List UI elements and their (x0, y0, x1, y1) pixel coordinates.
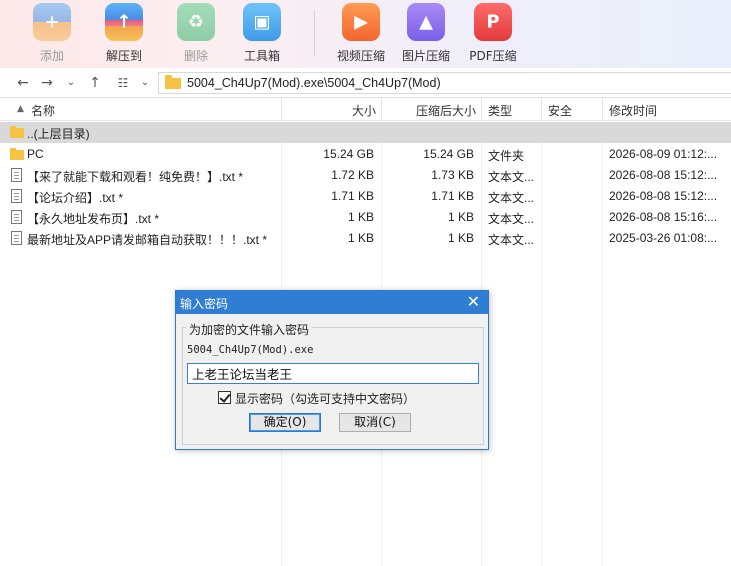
row-size: 1.72 KB (331, 168, 374, 182)
image-compress-label: 图片压缩 (401, 49, 450, 63)
text-file-icon (11, 210, 22, 224)
delete-label: 删除 (183, 49, 208, 63)
table-row[interactable]: 【论坛介绍】.txt * 1.71 KB 1.71 KB 文本文... 2026… (0, 186, 731, 207)
up-level-arrow-icon[interactable]: ↑ (86, 74, 104, 92)
password-input[interactable] (187, 363, 479, 384)
table-row[interactable]: 最新地址及APP请发邮箱自动获取！！！.txt * 1 KB 1 KB 文本文.… (0, 228, 731, 249)
row-modified: 2026-08-09 01:12:... (609, 147, 718, 161)
text-file-icon (11, 189, 22, 203)
image-compress-button[interactable]: ▲ 图片压缩 (393, 0, 459, 68)
folder-icon (10, 148, 24, 160)
row-modified: 2026-08-08 15:12:... (609, 189, 718, 203)
dialog-title-bar[interactable]: 输入密码 ✕ (176, 291, 488, 314)
extract-to-icon: ↑ (105, 3, 143, 41)
row-type: 文本文... (488, 191, 535, 205)
row-type: 文本文... (488, 233, 535, 247)
pdf-compress-button[interactable]: P PDF压缩 (460, 0, 526, 68)
cancel-button[interactable]: 取消(C) (339, 413, 411, 432)
address-path-text: 5004_Ch4Up7(Mod).exe\5004_Ch4Up7(Mod) (187, 76, 441, 90)
header-divider[interactable] (481, 98, 482, 121)
header-divider[interactable] (541, 98, 542, 121)
sort-ascending-icon: ▲ (17, 104, 24, 114)
extract-to-label: 解压到 (105, 49, 142, 63)
show-password-checkbox[interactable] (218, 391, 231, 404)
show-password-label[interactable]: 显示密码（勾选可支持中文密码） (235, 390, 415, 407)
row-size: 1.71 KB (331, 189, 374, 203)
add-archive-icon: + (33, 3, 71, 41)
row-name: PC (27, 147, 44, 161)
row-modified: 2026-08-08 15:12:... (609, 168, 718, 182)
column-header-packed-size[interactable]: 压缩后大小 (382, 102, 476, 119)
toolbar: + 添加 ↑ 解压到 ♻ 删除 ▣ 工具箱 ▶ 视频压缩 ▲ 图片压缩 P PD… (0, 0, 731, 68)
table-row-parent-directory[interactable]: ..(上层目录) (0, 122, 731, 143)
pdf-compress-label: PDF压缩 (469, 49, 517, 63)
row-name: 最新地址及APP请发邮箱自动获取！！！.txt * (27, 233, 268, 247)
row-name: 【来了就能下载和观看！纯免费！】.txt * (27, 170, 244, 184)
row-type: 文件夹 (488, 149, 525, 163)
group-label: 为加密的文件输入密码 (186, 321, 313, 338)
table-row[interactable]: 【永久地址发布页】.txt * 1 KB 1 KB 文本文... 2026-08… (0, 207, 731, 228)
toolbox-label: 工具箱 (243, 49, 280, 63)
text-file-icon (11, 231, 22, 245)
row-packed-size: 1 KB (447, 210, 474, 224)
toolbox-button[interactable]: ▣ 工具箱 (229, 0, 295, 68)
forward-arrow-icon[interactable]: → (38, 74, 56, 92)
row-modified: 2026-08-08 15:16:... (609, 210, 718, 224)
pdf-compress-icon: P (474, 3, 512, 41)
row-size: 15.24 GB (323, 147, 374, 161)
column-header-size[interactable]: 大小 (282, 102, 376, 119)
video-compress-button[interactable]: ▶ 视频压缩 (328, 0, 394, 68)
video-compress-label: 视频压缩 (336, 49, 385, 63)
back-arrow-icon[interactable]: ← (14, 74, 32, 92)
image-compress-icon: ▲ (407, 3, 445, 41)
row-type: 文本文... (488, 170, 535, 184)
list-header: ▲ 名称 大小 压缩后大小 类型 安全 修改时间 (0, 98, 731, 121)
row-packed-size: 15.24 GB (423, 147, 474, 161)
toolbar-divider (314, 10, 315, 56)
dialog-title: 输入密码 (180, 297, 229, 311)
table-row[interactable]: PC 15.24 GB 15.24 GB 文件夹 2026-08-09 01:1… (0, 144, 731, 165)
address-path-field[interactable]: 5004_Ch4Up7(Mod).exe\5004_Ch4Up7(Mod) (158, 72, 731, 94)
delete-recycle-icon: ♻ (177, 3, 215, 41)
column-header-modified[interactable]: 修改时间 (609, 102, 657, 119)
view-mode-icon[interactable]: ☷ (114, 74, 132, 92)
address-bar: ← → ⌄ ↑ ☷ ⌄ 5004_Ch4Up7(Mod).exe\5004_Ch… (0, 68, 731, 98)
row-packed-size: 1.71 KB (431, 189, 474, 203)
extract-to-button[interactable]: ↑ 解压到 (91, 0, 157, 68)
row-name: ..(上层目录) (27, 127, 90, 141)
table-row[interactable]: 【来了就能下载和观看！纯免费！】.txt * 1.72 KB 1.73 KB 文… (0, 165, 731, 186)
text-file-icon (11, 168, 22, 182)
column-header-security[interactable]: 安全 (548, 102, 572, 119)
column-header-name[interactable]: 名称 (31, 102, 55, 119)
row-name: 【永久地址发布页】.txt * (27, 212, 160, 226)
add-button[interactable]: + 添加 (19, 0, 85, 68)
history-chevron-down-icon[interactable]: ⌄ (62, 74, 80, 92)
archive-filename: 5004_Ch4Up7(Mod).exe (187, 344, 314, 356)
close-icon[interactable]: ✕ (467, 293, 480, 311)
row-name: 【论坛介绍】.txt * (27, 191, 124, 205)
row-modified: 2025-03-26 01:08:... (609, 231, 718, 245)
row-size: 1 KB (347, 210, 374, 224)
password-dialog: 输入密码 ✕ 为加密的文件输入密码 5004_Ch4Up7(Mod).exe 显… (175, 290, 489, 450)
toolbox-icon: ▣ (243, 3, 281, 41)
row-size: 1 KB (347, 231, 374, 245)
header-divider[interactable] (602, 98, 603, 121)
row-packed-size: 1.73 KB (431, 168, 474, 182)
column-header-type[interactable]: 类型 (488, 102, 512, 119)
video-compress-icon: ▶ (342, 3, 380, 41)
view-mode-chevron-down-icon[interactable]: ⌄ (136, 74, 154, 92)
folder-icon (10, 126, 24, 138)
ok-button[interactable]: 确定(O) (249, 413, 321, 432)
folder-icon (165, 75, 181, 89)
add-label: 添加 (39, 49, 64, 63)
delete-button[interactable]: ♻ 删除 (163, 0, 229, 68)
row-packed-size: 1 KB (447, 231, 474, 245)
row-type: 文本文... (488, 212, 535, 226)
